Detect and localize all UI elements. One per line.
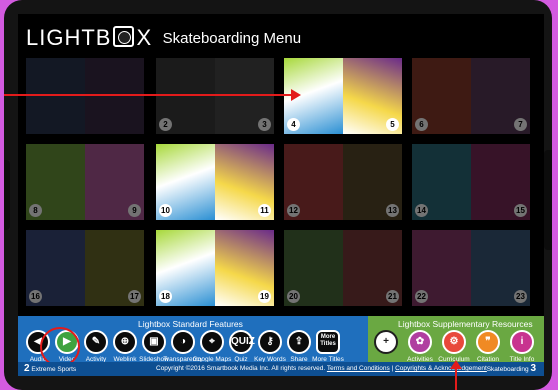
page-number-right: 7 [514,118,527,131]
page-number-right: 9 [128,204,141,217]
video-highlight-ring [40,327,80,367]
citation-icon: ❞ [476,330,500,354]
copyrights-link[interactable]: Copyrights & Acknowledgement [395,365,487,372]
page-number-right: 21 [386,290,399,303]
info-icon: i [510,330,534,354]
menu-title: Skateboarding Menu [162,30,302,47]
more-titles-button[interactable]: More Titles More Titles [308,330,348,363]
footer-right-title[interactable]: Skateboarding [487,366,529,373]
page-spread[interactable]: 22 23 [412,230,530,306]
page-number-right: 3 [258,118,271,131]
page-spread[interactable]: 14 15 [412,144,530,220]
page-number-left: 12 [287,204,300,217]
page-spread[interactable]: 45 [284,58,402,134]
page-spread[interactable]: 10 11 [156,144,274,220]
plus-icon: + [374,330,398,354]
page-number-left: 8 [29,204,42,217]
curriculum-icon: ⚙ [442,330,466,354]
page-number-right: 19 [258,290,271,303]
page-number-left: 4 [287,118,300,131]
page-number-right: 11 [258,204,271,217]
page-spread[interactable]: 23 [156,58,274,134]
app-header: LIGHTB X Skateboarding Menu [26,24,301,51]
copyright-text: Copyright ©2016 Smartbook Media Inc. All… [156,365,326,372]
page-spread[interactable]: 16 17 [26,230,144,306]
page-number-left: 14 [415,204,428,217]
page-spread[interactable]: 20 21 [284,230,402,306]
annotation-arrowhead-up [450,360,462,369]
page-number-right: 17 [128,290,141,303]
supplementary-resources-title: Lightbox Supplementary Resources [398,319,533,329]
page-number-left: 6 [415,118,428,131]
page-spread[interactable]: 18 19 [156,230,274,306]
footer-left-title[interactable]: Extreme Sports [31,366,76,373]
annotation-arrow-vertical [455,368,457,390]
lightbox-logo: LIGHTB X [26,25,153,50]
footer-bar: 2 Extreme Sports Copyright ©2016 Smartbo… [18,362,544,376]
terms-link[interactable]: Terms and Conditions [327,365,390,372]
annotation-arrow-horizontal [4,94,294,96]
page-spread[interactable]: 12 13 [284,144,402,220]
tablet-side-bezel [544,150,552,250]
page-number-right: 23 [514,290,527,303]
annotation-arrowhead-right [291,89,301,101]
more-titles-icon: More Titles [316,330,340,354]
app-screen: LIGHTB X Skateboarding Menu 2 3 4 5 6 7 8 9 10 11 1… [18,14,544,376]
tablet-side-button [4,160,10,230]
right-page-thumbnail [85,58,144,134]
page-number-left: 16 [29,290,42,303]
page-number-right: 15 [514,204,527,217]
tablet-frame: LIGHTB X Skateboarding Menu 2 3 4 5 6 7 8 9 10 11 1… [4,0,552,390]
page-spread[interactable]: 89 [26,144,144,220]
logo-box-icon [113,26,135,47]
page-spread[interactable]: 67 [412,58,530,134]
activities-icon: ✿ [408,330,432,354]
page-number-left: 18 [159,290,172,303]
page-number-right: 5 [386,118,399,131]
page-number-left: 22 [415,290,428,303]
page-number-left: 20 [287,290,300,303]
page-spread[interactable] [26,58,144,134]
page-number-left: 2 [159,118,172,131]
standard-features-title: Lightbox Standard Features [138,319,243,329]
page-number-left: 10 [159,204,172,217]
title-info-button[interactable]: i Title Info [502,330,542,363]
left-page-thumbnail [26,58,85,134]
page-number-right: 13 [386,204,399,217]
footer-left-page-number: 2 [24,363,30,374]
footer-right-page-number: 3 [530,363,536,374]
